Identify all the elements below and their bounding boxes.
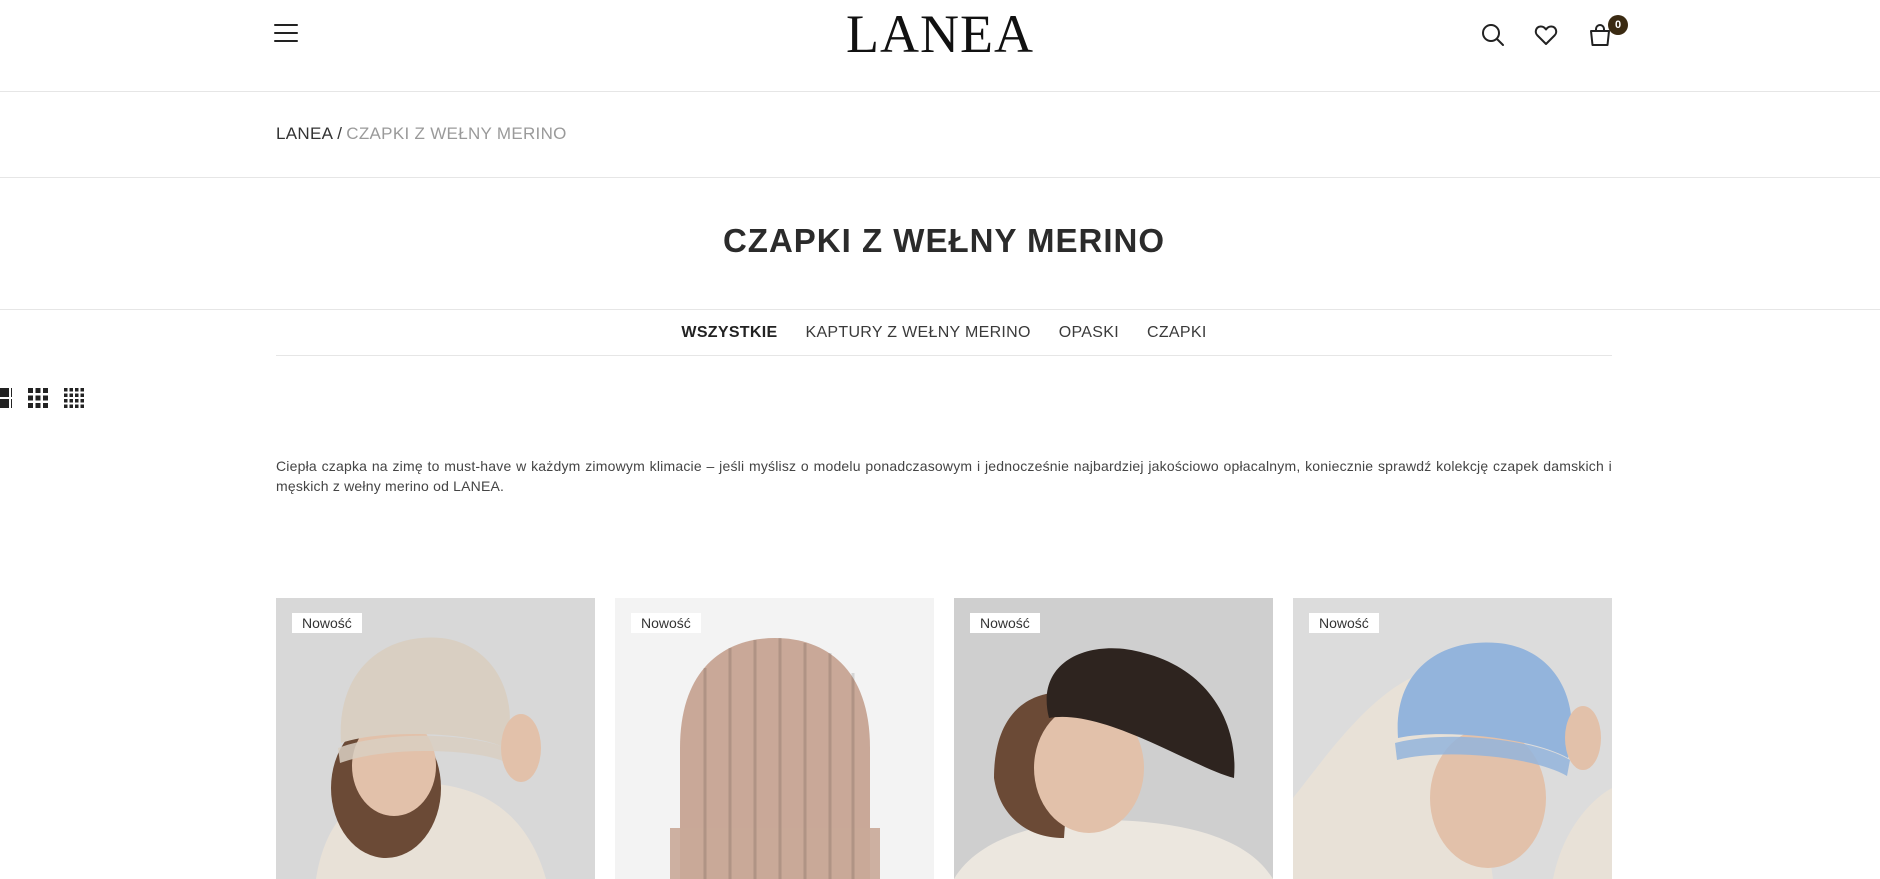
page-title: CZAPKI Z WEŁNY MERINO <box>722 222 1166 259</box>
search-icon[interactable] <box>1480 22 1506 48</box>
breadcrumb: LANEA / CZAPKI Z WEŁNY MERINO <box>276 124 567 144</box>
heart-icon[interactable] <box>1533 22 1559 48</box>
logo[interactable]: LANEA <box>846 4 1033 64</box>
grid-3-icon[interactable] <box>28 388 48 408</box>
grid-2-icon[interactable] <box>0 388 12 408</box>
divider <box>0 177 1880 178</box>
new-badge: Nowość <box>631 613 701 633</box>
product-image[interactable] <box>615 598 934 879</box>
product-image[interactable] <box>1293 598 1612 879</box>
breadcrumb-home-link[interactable]: LANEA <box>276 124 333 143</box>
product-image[interactable] <box>954 598 1273 879</box>
product-card[interactable]: Nowość <box>954 598 1273 879</box>
grid-4-icon[interactable] <box>64 388 84 408</box>
breadcrumb-separator: / <box>337 124 343 143</box>
product-card[interactable]: Nowość <box>615 598 934 879</box>
new-badge: Nowość <box>970 613 1040 633</box>
category-description: Ciepła czapka na zimę to must-have w każ… <box>276 458 1612 494</box>
product-card[interactable]: Nowość <box>1293 598 1612 879</box>
tab-opaski[interactable]: OPASKI <box>1059 324 1119 342</box>
breadcrumb-current: CZAPKI Z WEŁNY MERINO <box>346 124 567 143</box>
tab-czapki[interactable]: CZAPKI <box>1147 324 1207 342</box>
product-image[interactable] <box>276 598 595 879</box>
product-card[interactable]: Nowość <box>276 598 595 879</box>
category-tabs: WSZYSTKIE KAPTURY Z WEŁNY MERINO OPASKI … <box>276 310 1612 356</box>
site-header: LANEA 0 <box>0 0 1880 92</box>
menu-icon[interactable] <box>274 24 298 46</box>
tab-kaptury[interactable]: KAPTURY Z WEŁNY MERINO <box>805 324 1030 342</box>
new-badge: Nowość <box>292 613 362 633</box>
new-badge: Nowość <box>1309 613 1379 633</box>
tab-wszystkie[interactable]: WSZYSTKIE <box>681 324 777 342</box>
cart-count-badge: 0 <box>1608 15 1628 35</box>
